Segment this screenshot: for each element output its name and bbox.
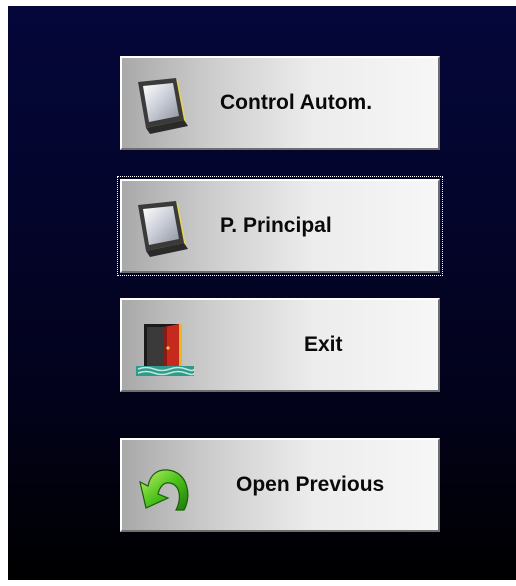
p-principal-label: P. Principal: [220, 214, 332, 237]
monitor-icon: [134, 76, 196, 138]
open-previous-label: Open Previous: [236, 473, 385, 496]
control-autom-label: Control Autom.: [220, 91, 373, 114]
navigation-panel: Control Autom. P. Principal Exit Open Pr…: [8, 6, 516, 580]
exit-button[interactable]: Exit: [120, 298, 440, 392]
p-principal-button[interactable]: P. Principal: [117, 176, 443, 276]
exit-label: Exit: [304, 333, 343, 356]
back-arrow-icon: [134, 458, 196, 520]
exit-door-icon: [134, 318, 196, 380]
control-autom-button[interactable]: Control Autom.: [120, 56, 440, 150]
open-previous-button[interactable]: Open Previous: [120, 438, 440, 532]
monitor-icon: [134, 199, 196, 261]
